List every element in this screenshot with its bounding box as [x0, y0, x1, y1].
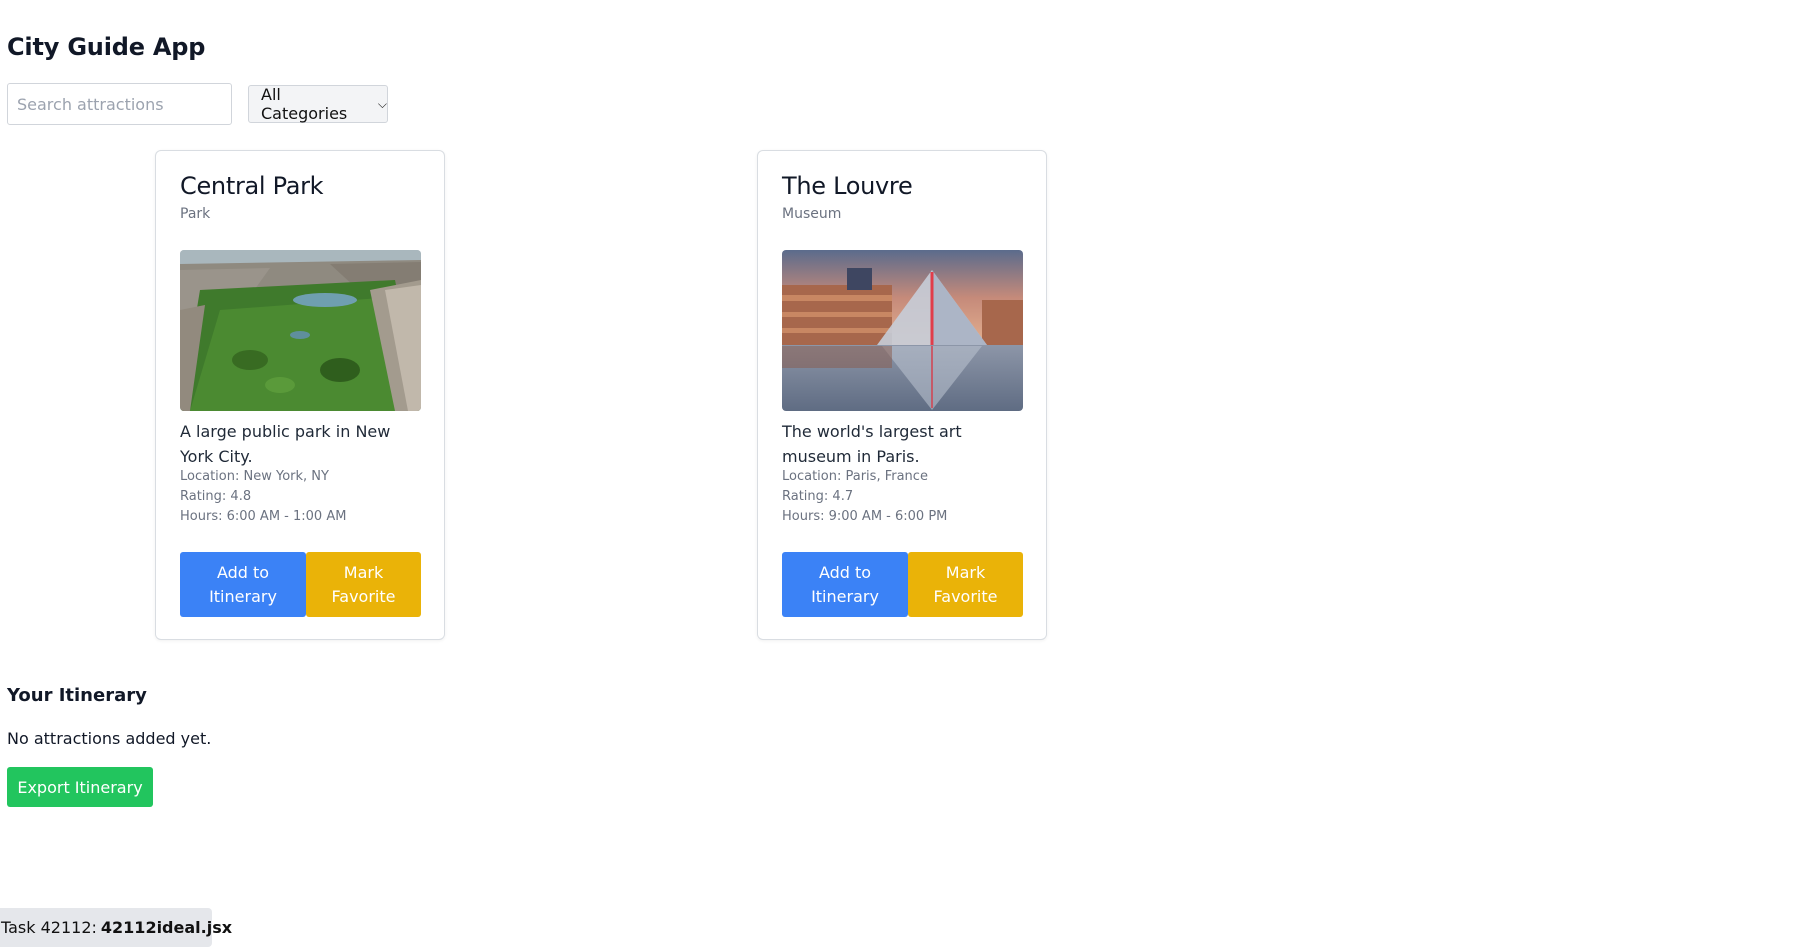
- attraction-card: The Louvre Museum The world's largest ar…: [757, 150, 1047, 640]
- attraction-category: Museum: [782, 206, 842, 222]
- attraction-location: Location: New York, NY: [180, 469, 329, 484]
- mark-favorite-button[interactable]: Mark Favorite: [908, 552, 1023, 617]
- attraction-name: Central Park: [180, 172, 324, 200]
- itinerary-empty-message: No attractions added yet.: [7, 729, 212, 748]
- attraction-image: [782, 250, 1023, 411]
- attraction-category: Park: [180, 206, 211, 222]
- export-itinerary-button[interactable]: Export Itinerary: [7, 767, 153, 807]
- add-to-itinerary-button[interactable]: Add to Itinerary: [782, 552, 908, 617]
- attraction-rating: Rating: 4.7: [782, 489, 854, 504]
- central-park-aerial-image: [180, 250, 421, 411]
- attraction-description: A large public park in New York City.: [180, 422, 391, 466]
- attraction-card: Central Park Park A large public park in…: [155, 150, 445, 640]
- task-badge: Task 42112: 42112ideal.jsx: [0, 908, 232, 947]
- category-select-value: All Categories: [261, 85, 348, 123]
- attraction-image: [180, 250, 421, 411]
- task-file: 42112ideal.jsx: [100, 918, 233, 937]
- itinerary-title: Your Itinerary: [7, 685, 147, 706]
- category-select[interactable]: All Categories ⌵: [248, 85, 388, 123]
- task-prefix: Task 42112:: [1, 918, 97, 937]
- attraction-hours: Hours: 9:00 AM - 6:00 PM: [782, 509, 948, 524]
- attraction-name: The Louvre: [782, 172, 913, 200]
- mark-favorite-button[interactable]: Mark Favorite: [306, 552, 421, 617]
- search-input[interactable]: [7, 83, 232, 125]
- attraction-hours: Hours: 6:00 AM - 1:00 AM: [180, 509, 347, 524]
- chevron-down-icon: ⌵: [377, 96, 387, 111]
- attraction-location: Location: Paris, France: [782, 469, 928, 484]
- attraction-rating: Rating: 4.8: [180, 489, 252, 504]
- add-to-itinerary-button[interactable]: Add to Itinerary: [180, 552, 306, 617]
- louvre-pyramid-image: [782, 250, 1023, 411]
- attraction-description: The world's largest art museum in Paris.: [782, 422, 962, 466]
- city-guide-app: City Guide App All Categories ⌵ Central …: [0, 0, 1810, 947]
- page-title: City Guide App: [7, 33, 206, 61]
